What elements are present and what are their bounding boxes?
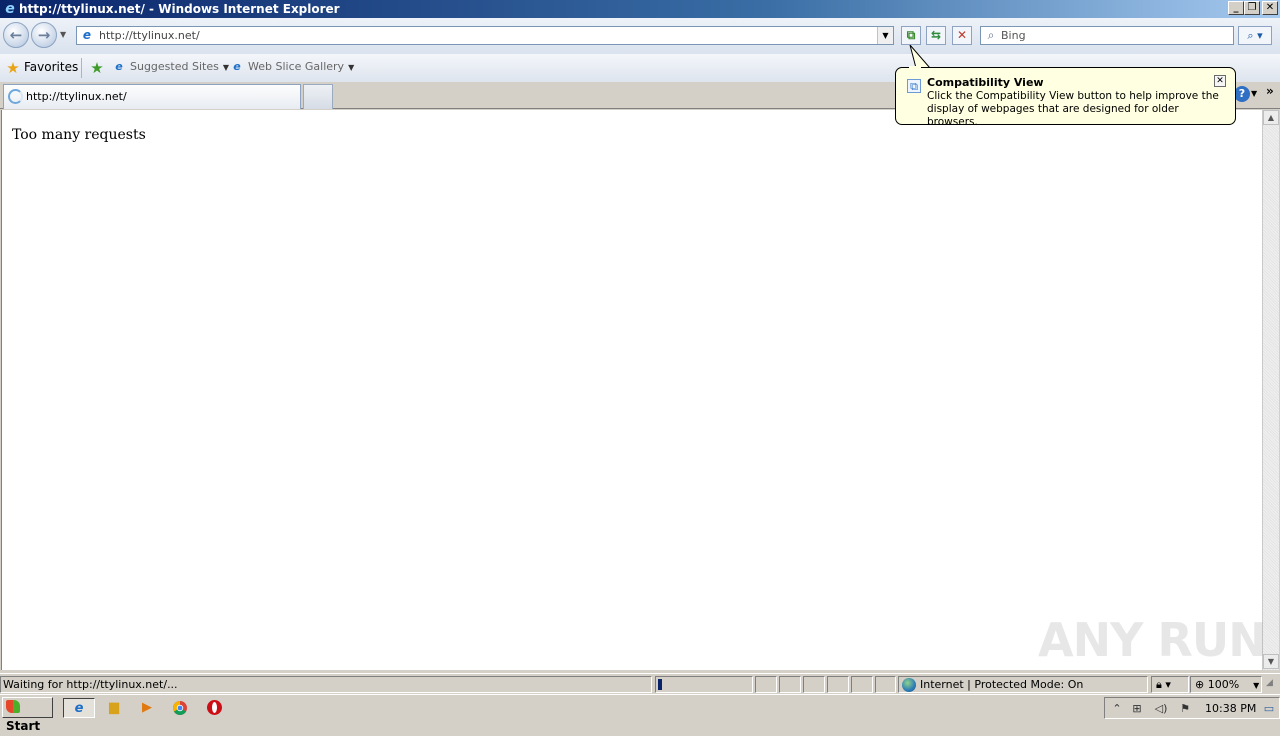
forward-button[interactable]: → [31,22,57,48]
search-input[interactable]: Bing [1001,29,1026,42]
media-player-icon: ▶ [142,700,152,715]
search-icon: ⌕ ▾ [1247,29,1263,42]
tab-label: http://ttylinux.net/ [26,90,127,103]
volume-icon[interactable]: ◁) [1153,701,1169,717]
recent-pages-dropdown[interactable]: ▼ [60,30,66,39]
taskbar-opera-button[interactable] [200,698,228,718]
taskbar-chrome-button[interactable] [166,698,194,718]
compatibility-view-balloon: ⧉ Compatibility View Click the Compatibi… [895,67,1236,128]
status-text: Waiting for http://ttylinux.net/... [0,676,652,693]
navigation-bar: ← → ▼ e http://ttylinux.net/ ▼ ⧉ ⇆ ✕ ⌕ B… [0,18,1280,54]
system-tray: ⌃ ⊞ ◁) ⚑ 10:38 PM ▭ [1104,697,1280,719]
chevron-down-icon: ▼ [348,63,355,72]
balloon-tail-join [909,66,921,68]
status-pane [827,676,849,693]
lock-icon: 🔒︎ ▾ [1156,678,1171,691]
help-icon[interactable]: ? [1234,86,1250,102]
start-button[interactable]: Start [2,697,53,733]
security-zone-label: Internet | Protected Mode: On [920,678,1084,691]
favorites-separator [81,58,82,78]
balloon-title: Compatibility View [927,76,1044,89]
globe-icon [902,678,916,692]
help-dropdown-icon[interactable]: ▼ [1251,89,1257,98]
status-pane [875,676,896,693]
start-label: Start [6,719,41,733]
status-pane [851,676,873,693]
minimize-button[interactable]: _ [1228,1,1244,15]
zoom-button[interactable]: ⊕ 100% ▼ [1190,676,1262,693]
folder-icon: ▆ [109,700,119,715]
chrome-icon [173,701,187,715]
stop-icon: ✕ [956,28,968,42]
forward-arrow-icon: → [37,26,51,44]
taskbar-ie-button[interactable]: e [63,698,95,718]
status-pane [779,676,801,693]
zoom-level: 100% [1207,678,1240,691]
page-content: Too many requests [1,110,1262,670]
ie-icon: e [74,701,84,716]
protected-mode-button[interactable]: 🔒︎ ▾ [1151,676,1189,693]
page-ie-icon: e [82,28,92,42]
zoom-icon: ⊕ [1195,678,1208,691]
ie-page-icon: e [233,60,241,73]
taskbar: Start e ▆ ▶ ⌃ ⊞ ◁) ⚑ 10:38 PM ▭ [0,694,1280,733]
security-zone[interactable]: Internet | Protected Mode: On [898,676,1148,693]
stop-button[interactable]: ✕ [952,26,972,45]
search-box[interactable]: ⌕ Bing [980,26,1234,45]
add-to-favorites-bar-icon[interactable]: ★ [88,59,106,77]
status-pane [755,676,777,693]
refresh-icon: ⇆ [930,28,942,42]
tab-ttylinux[interactable]: http://ttylinux.net/ [3,84,301,109]
scroll-up-button[interactable]: ▲ [1263,110,1279,125]
clock[interactable]: 10:38 PM [1205,702,1256,715]
compatibility-view-button[interactable]: ⧉ [901,26,921,45]
balloon-body: Click the Compatibility View button to h… [927,90,1219,128]
favorites-item-web-slice-gallery[interactable]: e Web Slice Gallery ▼ [230,60,354,75]
address-input[interactable]: http://ttylinux.net/ [99,29,200,42]
address-dropdown-button[interactable]: ▼ [877,27,893,44]
windows-logo-icon [6,700,20,713]
resize-grip-icon[interactable]: ◢ [1266,678,1278,690]
show-desktop-icon[interactable]: ▭ [1261,701,1277,717]
action-center-flag-icon[interactable]: ⚑ [1177,701,1193,717]
opera-icon [206,700,222,715]
refresh-button[interactable]: ⇆ [926,26,946,45]
chevron-down-icon: ▼ [1253,681,1260,690]
maximize-button[interactable]: ❐ [1244,1,1260,15]
status-pane [803,676,825,693]
address-bar[interactable]: e http://ttylinux.net/ ▼ [76,26,894,45]
vertical-scrollbar[interactable]: ▲ ▼ [1262,110,1279,670]
favorites-star-icon: ★ [6,59,20,77]
window-title: http://ttylinux.net/ - Windows Internet … [19,2,340,16]
ie-page-icon: e [115,60,123,73]
search-button[interactable]: ⌕ ▾ [1238,26,1272,45]
chevron-down-icon: ▼ [222,63,229,72]
search-magnifier-icon: ⌕ [987,28,995,42]
page-message: Too many requests [12,127,146,143]
ie-logo-icon: e [5,1,15,17]
network-icon[interactable]: ⊞ [1129,701,1145,717]
compatibility-view-icon: ⧉ [906,28,916,42]
loading-spinner-icon [8,89,23,104]
taskbar-explorer-button[interactable]: ▆ [100,698,128,718]
favorites-button[interactable]: Favorites [24,60,78,74]
show-hidden-icons-icon[interactable]: ⌃ [1109,701,1125,717]
progress-fill [658,679,662,690]
balloon-close-button[interactable]: ✕ [1214,75,1226,87]
new-tab-button[interactable] [303,84,333,109]
taskbar-media-player-button[interactable]: ▶ [133,698,161,718]
compatibility-view-icon: ⧉ [907,79,921,93]
progress-bar [655,676,753,693]
command-bar-chevron-icon[interactable]: » [1266,84,1274,98]
back-arrow-icon: ← [9,26,23,44]
title-bar: e http://ttylinux.net/ - Windows Interne… [0,0,1280,18]
close-button[interactable]: ✕ [1262,1,1278,15]
favorites-item-label: Suggested Sites [130,60,219,73]
favorites-item-suggested-sites[interactable]: e Suggested Sites ▼ [112,60,229,75]
back-button[interactable]: ← [3,22,29,48]
watermark-logo: ANY RUN [1038,613,1267,667]
favorites-item-label: Web Slice Gallery [248,60,345,73]
status-bar: Waiting for http://ttylinux.net/... Inte… [0,673,1280,694]
